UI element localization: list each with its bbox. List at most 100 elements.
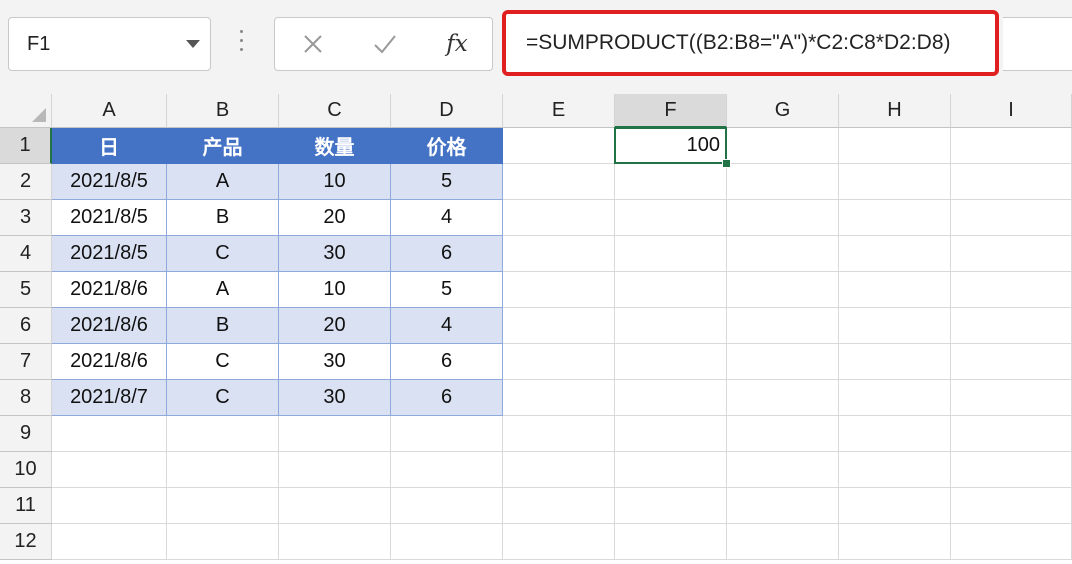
cell-g2[interactable] [727,164,839,200]
cell-e7[interactable] [503,344,615,380]
formula-input-extension[interactable] [1003,17,1072,71]
cell-g6[interactable] [727,308,839,344]
row-header-9[interactable]: 9 [0,416,52,452]
cell-h1[interactable] [839,128,951,164]
cell-f6[interactable] [615,308,727,344]
cell-g1[interactable] [727,128,839,164]
cell-h9[interactable] [839,416,951,452]
cell-i10[interactable] [951,452,1072,488]
select-all-button[interactable] [0,94,52,128]
cell-d10[interactable] [391,452,503,488]
cell-h2[interactable] [839,164,951,200]
column-header-c[interactable]: C [279,94,391,128]
cell-i6[interactable] [951,308,1072,344]
cell-i7[interactable] [951,344,1072,380]
fill-handle[interactable] [722,159,731,168]
cancel-button[interactable] [283,18,343,70]
row-header-10[interactable]: 10 [0,452,52,488]
cell-g3[interactable] [727,200,839,236]
column-header-e[interactable]: E [503,94,615,128]
table-header-cell[interactable]: 价格 [391,128,503,164]
cell-f5[interactable] [615,272,727,308]
cell-b12[interactable] [167,524,279,560]
cell-e10[interactable] [503,452,615,488]
cell-e5[interactable] [503,272,615,308]
cell-c12[interactable] [279,524,391,560]
row-header-5[interactable]: 5 [0,272,52,308]
cell-a11[interactable] [52,488,167,524]
table-header-cell[interactable]: 数量 [279,128,391,164]
cell-f4[interactable] [615,236,727,272]
cell-i4[interactable] [951,236,1072,272]
row-header-4[interactable]: 4 [0,236,52,272]
cell-f3[interactable] [615,200,727,236]
row-header-7[interactable]: 7 [0,344,52,380]
table-cell[interactable]: 30 [279,236,391,272]
cell-h5[interactable] [839,272,951,308]
enter-button[interactable] [355,18,415,70]
cell-h4[interactable] [839,236,951,272]
table-header-cell[interactable]: 日 [52,128,167,164]
table-cell[interactable]: A [167,164,279,200]
cell-b10[interactable] [167,452,279,488]
cell-e3[interactable] [503,200,615,236]
table-cell[interactable]: 2021/8/7 [52,380,167,416]
cell-i3[interactable] [951,200,1072,236]
row-header-2[interactable]: 2 [0,164,52,200]
table-cell[interactable]: 2021/8/6 [52,272,167,308]
cell-i11[interactable] [951,488,1072,524]
cell-f11[interactable] [615,488,727,524]
table-cell[interactable]: C [167,236,279,272]
table-cell[interactable]: 2021/8/6 [52,308,167,344]
column-header-h[interactable]: H [839,94,951,128]
cell-d9[interactable] [391,416,503,452]
cell-h12[interactable] [839,524,951,560]
cell-g7[interactable] [727,344,839,380]
table-cell[interactable]: B [167,200,279,236]
cell-g8[interactable] [727,380,839,416]
cell-e9[interactable] [503,416,615,452]
cell-f9[interactable] [615,416,727,452]
more-options-icon[interactable] [236,30,246,60]
row-header-6[interactable]: 6 [0,308,52,344]
table-cell[interactable]: 2021/8/5 [52,236,167,272]
name-box[interactable]: F1 [8,17,211,71]
cell-h10[interactable] [839,452,951,488]
table-cell[interactable]: 10 [279,164,391,200]
row-header-12[interactable]: 12 [0,524,52,560]
cell-g12[interactable] [727,524,839,560]
table-cell[interactable]: 5 [391,164,503,200]
cell-e12[interactable] [503,524,615,560]
table-cell[interactable]: 2021/8/6 [52,344,167,380]
table-cell[interactable]: 6 [391,236,503,272]
table-cell[interactable]: 6 [391,344,503,380]
cell-h6[interactable] [839,308,951,344]
cell-h3[interactable] [839,200,951,236]
cell-b9[interactable] [167,416,279,452]
cell-g10[interactable] [727,452,839,488]
table-cell[interactable]: 5 [391,272,503,308]
cell-i12[interactable] [951,524,1072,560]
cell-c9[interactable] [279,416,391,452]
cell-i1[interactable] [951,128,1072,164]
chevron-down-icon[interactable] [186,40,200,48]
cell-c10[interactable] [279,452,391,488]
cell-a10[interactable] [52,452,167,488]
cell-g5[interactable] [727,272,839,308]
row-header-8[interactable]: 8 [0,380,52,416]
row-header-1[interactable]: 1 [0,128,52,164]
column-header-b[interactable]: B [167,94,279,128]
cell-i5[interactable] [951,272,1072,308]
table-cell[interactable]: 4 [391,308,503,344]
table-cell[interactable]: C [167,380,279,416]
cell-e4[interactable] [503,236,615,272]
table-header-cell[interactable]: 产品 [167,128,279,164]
table-cell[interactable]: C [167,344,279,380]
cell-b11[interactable] [167,488,279,524]
cell-h8[interactable] [839,380,951,416]
cell-e11[interactable] [503,488,615,524]
row-header-11[interactable]: 11 [0,488,52,524]
result-cell[interactable]: 100 [615,128,727,164]
cell-h7[interactable] [839,344,951,380]
formula-input[interactable]: =SUMPRODUCT((B2:B8="A")*C2:C8*D2:D8) [502,10,999,76]
